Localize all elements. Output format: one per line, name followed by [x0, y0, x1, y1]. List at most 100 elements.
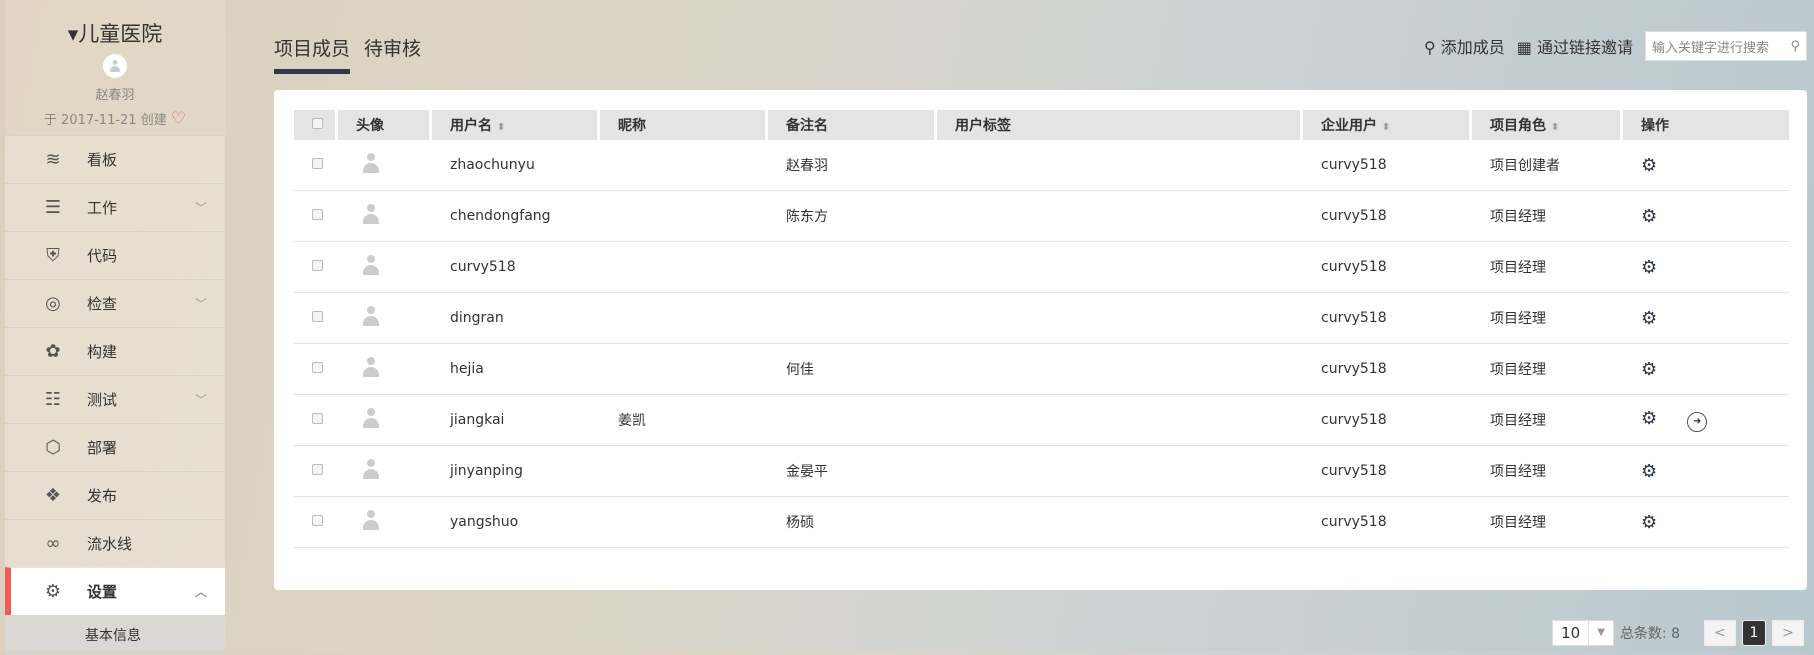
row-checkbox[interactable] [312, 209, 323, 220]
sidebar-item-9[interactable]: ⚙ 设置 ︿ [5, 567, 225, 615]
invite-link-button[interactable]: ▦ 通过链接邀请 [1517, 34, 1633, 58]
avatar-icon [362, 306, 380, 326]
actions-cell: ⚙ [1623, 446, 1789, 497]
avatar-cell [338, 446, 432, 497]
page-button[interactable]: 1 [1742, 620, 1766, 646]
tags-cell [937, 497, 1303, 548]
row-checkbox[interactable] [312, 515, 323, 526]
role-cell: 项目经理 [1472, 293, 1623, 344]
tags-cell [937, 344, 1303, 395]
sidebar-item-1[interactable]: ☰ 工作 ﹀ [5, 183, 225, 231]
role-cell: 项目经理 [1472, 344, 1623, 395]
nickname-cell [600, 191, 768, 242]
username-cell: jiangkai [432, 395, 600, 446]
user-avatar[interactable] [103, 54, 127, 78]
created-date: 于 2017-11-21 创建 [43, 113, 167, 128]
table-row: dingran curvy518 项目经理 ⚙ [294, 293, 1789, 344]
role-cell: 项目经理 [1472, 242, 1623, 293]
chevron-icon[interactable]: ﹀ [195, 199, 207, 216]
add-member-button[interactable]: ⚲ 添加成员 [1424, 34, 1505, 58]
qrcode-icon: ▦ [1516, 38, 1532, 57]
project-name: 儿童医院 [78, 22, 163, 46]
sidebar-item-0[interactable]: ≋ 看板 [5, 135, 225, 183]
actions-cell: ⚙ [1623, 242, 1789, 293]
chevron-icon[interactable]: ﹀ [195, 295, 207, 312]
sidebar-item-8[interactable]: ∞ 流水线 [5, 519, 225, 567]
sidebar-item-label: 工作 [87, 199, 118, 217]
sidebar-item-7[interactable]: ❖ 发布 [5, 471, 225, 519]
created-info: 于 2017-11-21 创建 ♡ [5, 109, 225, 129]
code-shield-icon: ⛨ [46, 245, 60, 266]
header-username[interactable]: 用户名 ⬍ [432, 110, 600, 140]
sidebar-item-label: 发布 [87, 487, 118, 505]
sort-icon[interactable]: ⬍ [497, 122, 505, 133]
tab-members[interactable]: 项目成员 [274, 34, 351, 74]
row-checkbox[interactable] [312, 362, 323, 373]
remark-cell: 金晏平 [768, 446, 937, 497]
actions-cell: ⚙ [1623, 497, 1789, 548]
row-checkbox[interactable] [312, 464, 323, 475]
settings-icon: ⚙ [44, 581, 62, 602]
gear-icon[interactable]: ⚙ [1641, 408, 1657, 429]
role-cell: 项目经理 [1472, 191, 1623, 242]
sidebar-item-label: 流水线 [87, 535, 133, 553]
search-input[interactable]: 输入关键字进行搜索 ⚲ [1645, 31, 1807, 61]
sidebar-item-3[interactable]: ◎ 检查 ﹀ [5, 279, 225, 327]
header-corp-user[interactable]: 企业用户 ⬍ [1303, 110, 1472, 140]
nickname-cell [600, 446, 768, 497]
prev-page-button[interactable]: < [1704, 620, 1736, 646]
sidebar-item-label: 测试 [87, 391, 118, 409]
total-count: 总条数: 8 [1619, 626, 1680, 642]
row-checkbox[interactable] [312, 413, 323, 424]
gear-icon[interactable]: ⚙ [1641, 257, 1657, 278]
avatar-cell [338, 344, 432, 395]
search-icon[interactable]: ⚲ [1790, 39, 1800, 54]
project-switcher[interactable]: ▾儿童医院 [5, 18, 225, 48]
chevron-icon[interactable]: ﹀ [195, 391, 207, 408]
gear-icon[interactable]: ⚙ [1641, 461, 1657, 482]
corp-user-cell: curvy518 [1303, 446, 1472, 497]
nickname-cell: 姜凯 [600, 395, 768, 446]
page-size-select[interactable]: 10 ▼ [1552, 620, 1614, 646]
person-icon [110, 60, 121, 72]
sidebar-item-label: 设置 [87, 583, 118, 601]
role-cell: 项目经理 [1472, 395, 1623, 446]
table-row: hejia 何佳 curvy518 项目经理 ⚙ [294, 344, 1789, 395]
heart-icon[interactable]: ♡ [171, 109, 186, 129]
gear-icon[interactable]: ⚙ [1641, 512, 1657, 533]
header-role[interactable]: 项目角色 ⬍ [1472, 110, 1623, 140]
username-cell: hejia [432, 344, 600, 395]
sort-icon[interactable]: ⬍ [1382, 122, 1390, 133]
tab-pending[interactable]: 待审核 [364, 34, 421, 74]
gear-icon[interactable]: ⚙ [1641, 155, 1657, 176]
nickname-cell [600, 344, 768, 395]
gear-icon[interactable]: ⚙ [1641, 359, 1657, 380]
sidebar-item-6[interactable]: ⬡ 部署 [5, 423, 225, 471]
row-checkbox[interactable] [312, 158, 323, 169]
list-icon: ☰ [44, 197, 62, 218]
sidebar-item-5[interactable]: ☷ 测试 ﹀ [5, 375, 225, 423]
gear-icon[interactable]: ⚙ [1641, 206, 1657, 227]
row-checkbox[interactable] [312, 311, 323, 322]
row-checkbox[interactable] [312, 260, 323, 271]
sidebar-item-2[interactable]: ⛨ 代码 [5, 231, 225, 279]
exit-icon[interactable]: ➜ [1687, 412, 1708, 432]
avatar-icon [362, 510, 380, 530]
role-cell: 项目创建者 [1472, 140, 1623, 191]
chevron-icon[interactable]: ︿ [195, 583, 207, 600]
sidebar-item-label: 构建 [87, 343, 118, 361]
sidebar-item-4[interactable]: ✿ 构建 [5, 327, 225, 375]
username-cell: chendongfang [432, 191, 600, 242]
actions-cell: ⚙ [1623, 293, 1789, 344]
username-cell: curvy518 [432, 242, 600, 293]
invite-link-label: 通过链接邀请 [1536, 38, 1633, 57]
select-all-cell [294, 110, 338, 140]
gear-icon[interactable]: ⚙ [1641, 308, 1657, 329]
table-row: curvy518 curvy518 项目经理 ⚙ [294, 242, 1789, 293]
tags-cell [937, 395, 1303, 446]
next-page-button[interactable]: > [1772, 620, 1804, 646]
submenu-basic-info[interactable]: 基本信息 [5, 615, 225, 655]
dropdown-arrow-icon[interactable]: ▼ [1588, 621, 1613, 645]
sort-icon[interactable]: ⬍ [1551, 122, 1559, 133]
select-all-checkbox[interactable] [312, 118, 323, 129]
